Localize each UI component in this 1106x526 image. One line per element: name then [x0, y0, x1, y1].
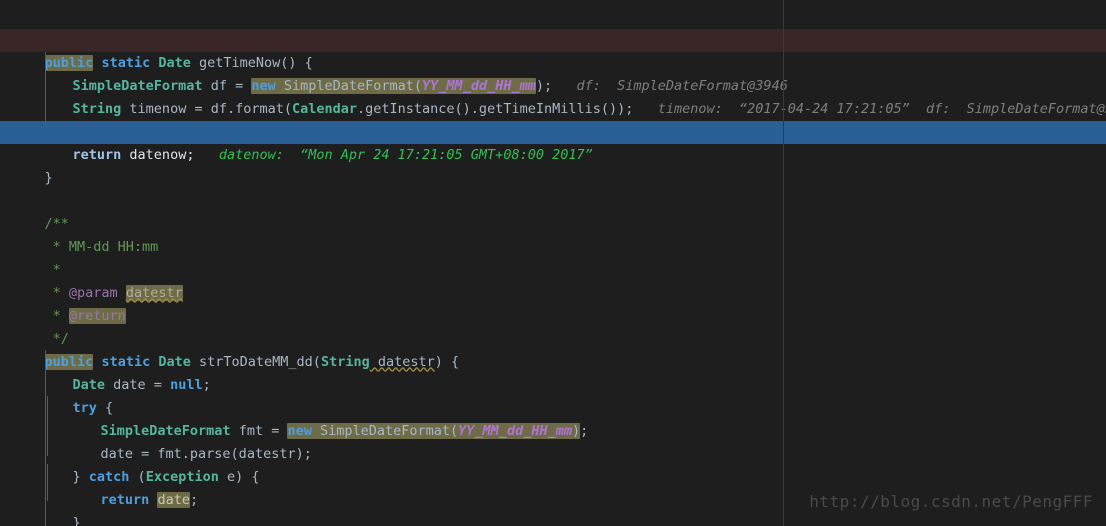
code-line-close-brace-1[interactable]: }: [0, 144, 1106, 186]
indent-guide-method-2: [45, 350, 46, 526]
code-line-return-date-catch[interactable]: return date;: [0, 466, 1106, 508]
code-line-javadoc-open[interactable]: /**: [0, 190, 1106, 232]
code-line-method-signature-strtodate[interactable]: public static Date strToDateMM_dd(String…: [0, 328, 1106, 370]
code-line-javadoc-close[interactable]: */: [0, 305, 1106, 347]
indent-guide-catch-block: [47, 464, 48, 501]
code-line-close-brace-catch[interactable]: }: [0, 489, 1106, 526]
code-editor[interactable]: // 获取当前时间 public static Date getTimeNow(…: [0, 0, 1106, 526]
code-line-return-datenow-selected[interactable]: return datenow; datenow: “Mon Apr 24 17:…: [0, 121, 1106, 163]
code-line-date-null[interactable]: Date date = null;: [0, 351, 1106, 393]
code-line-return-date-final[interactable]: return date;: [0, 512, 1106, 526]
indent-guide-try-block: [47, 396, 48, 456]
code-line-javadoc-param[interactable]: * @param datestr: [0, 259, 1106, 301]
code-line-parse-datestr[interactable]: date = fmt.parse(datestr);: [0, 420, 1106, 462]
code-line-try[interactable]: try {: [0, 374, 1106, 416]
code-line-string-timenow[interactable]: String timenow = df.format(Calendar.getI…: [0, 75, 1106, 117]
right-margin-guide: [783, 0, 784, 526]
code-line-catch[interactable]: } catch (Exception e) {: [0, 443, 1106, 485]
brace-close-1: }: [44, 169, 53, 186]
code-line-method-signature-gettimenow[interactable]: public static Date getTimeNow() {: [0, 29, 1106, 71]
code-line-simpledateformat-fmt[interactable]: SimpleDateFormat fmt = new SimpleDateFor…: [0, 397, 1106, 439]
code-line-date-datenow[interactable]: Date datenow = strToDateMM_dd(timenow); …: [0, 98, 1106, 140]
indent-guide-method-1: [45, 52, 46, 131]
code-line-simpledateformat-df[interactable]: SimpleDateFormat df = new SimpleDateForm…: [0, 52, 1106, 94]
code-line-javadoc-desc[interactable]: * MM-dd HH:mm: [0, 213, 1106, 255]
code-line-comment-header[interactable]: // 获取当前时间: [0, 6, 1106, 48]
code-line-javadoc-blank[interactable]: *: [0, 236, 1106, 278]
code-line-javadoc-return[interactable]: * @return: [0, 282, 1106, 324]
